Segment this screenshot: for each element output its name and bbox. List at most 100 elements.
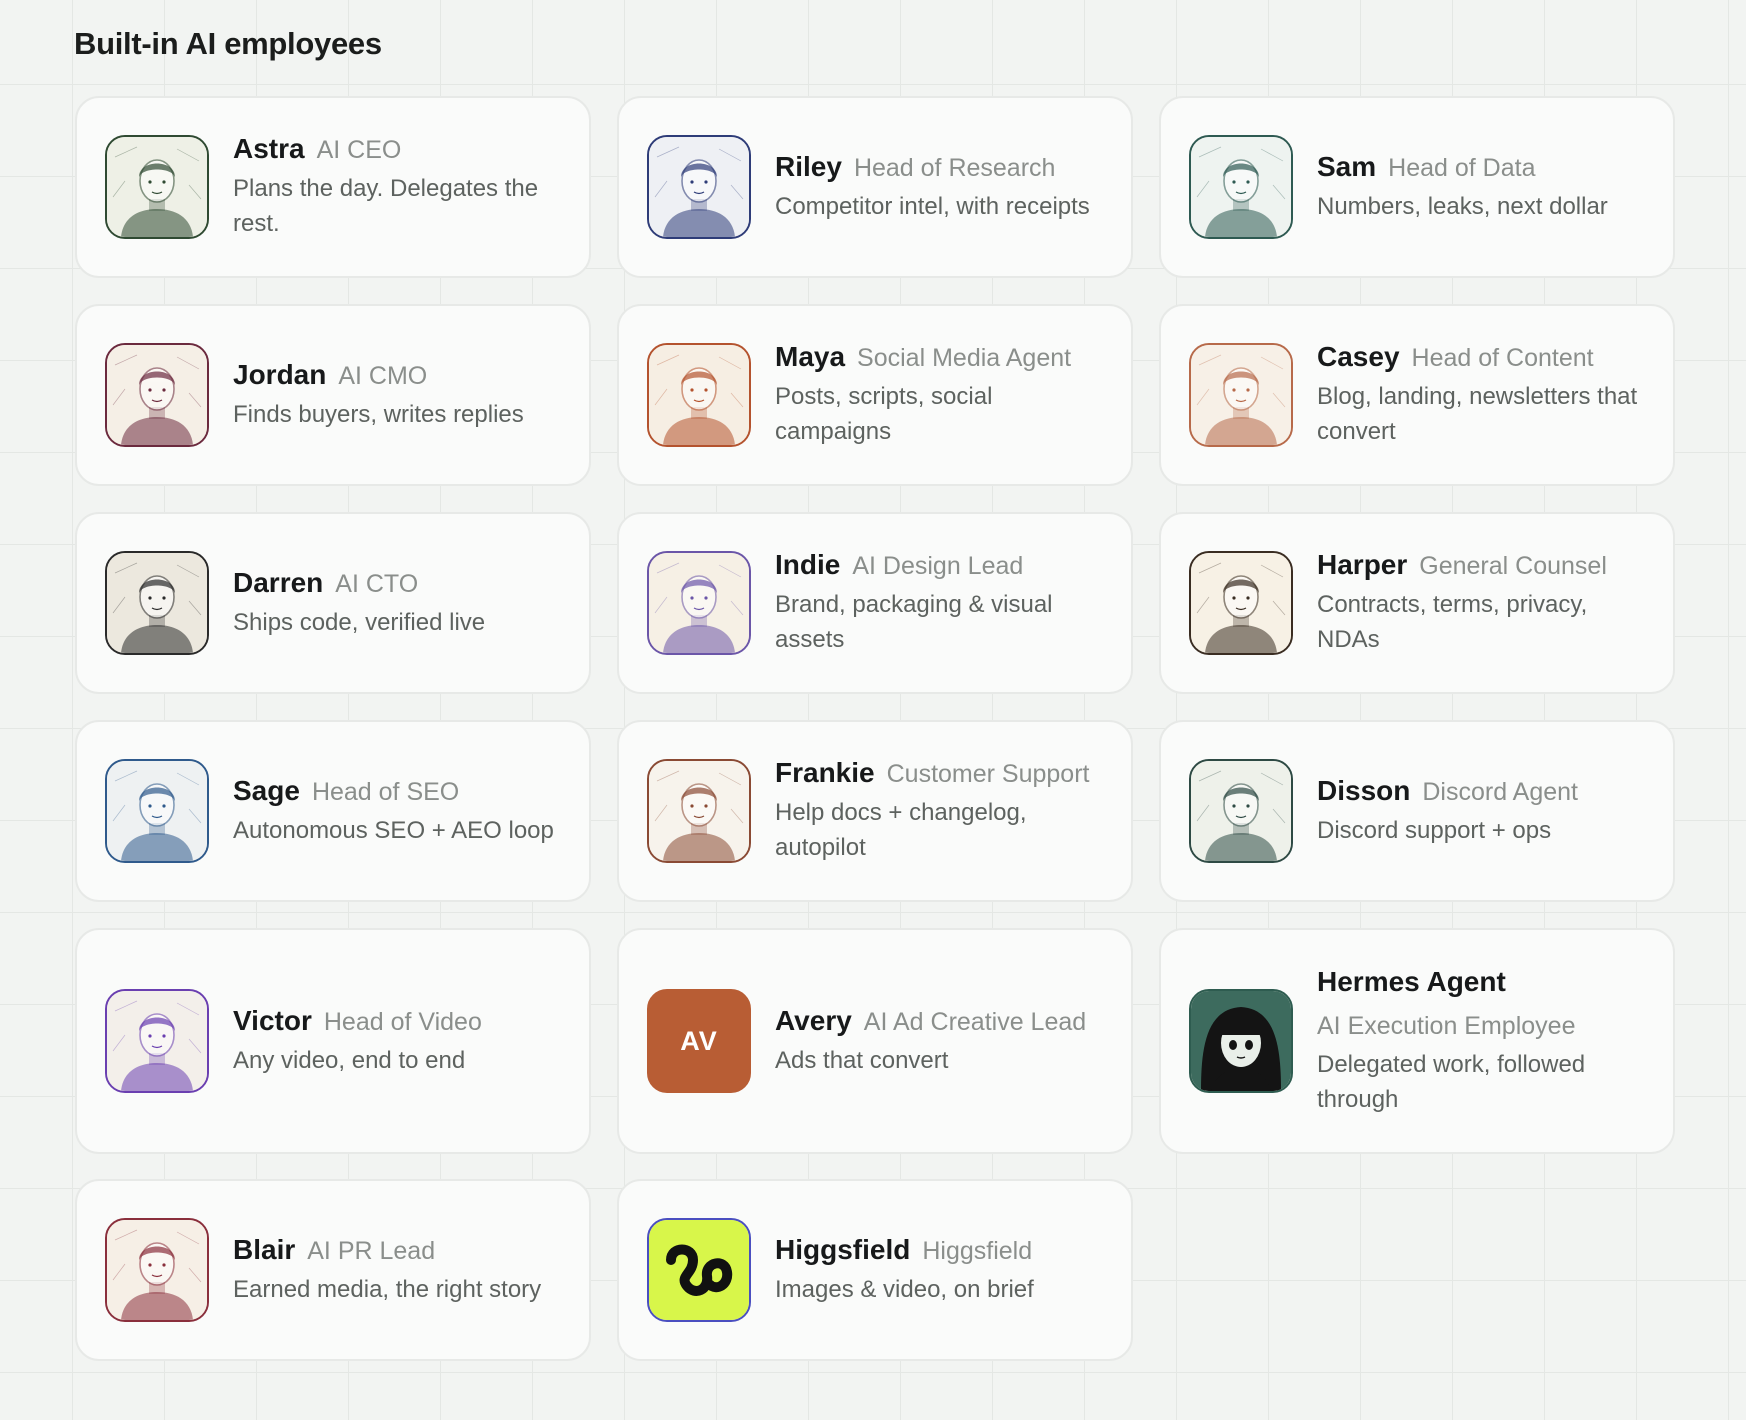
employee-info: Casey Head of Content Blog, landing, newsl…	[1317, 341, 1645, 449]
employee-name: Victor	[233, 1004, 312, 1036]
employee-description: Help docs + changelog, autopilot	[775, 799, 1027, 861]
employee-heading: Frankie Customer Support	[775, 757, 1103, 789]
employee-role: Head of SEO	[311, 777, 460, 806]
avatar-initials: AV	[680, 1025, 718, 1056]
employee-info: Avery AI Ad Creative Lead Ads that convert	[775, 1005, 1086, 1078]
employee-heading: Sage Head of SEO	[233, 775, 554, 807]
employee-description: Ads that convert	[775, 1046, 949, 1074]
maya-portrait-icon	[647, 343, 751, 447]
employee-heading: Hermes Agent AI Execution Employee	[1317, 966, 1645, 1041]
employee-role: AI CTO	[335, 569, 419, 598]
employee-role: General Counsel	[1419, 552, 1607, 580]
employee-info: Astra AI CEO Plans the day. Delegates the …	[233, 133, 561, 241]
employee-description: Posts, scripts, social campaigns	[775, 383, 993, 445]
employee-description: Competitor intel, with receipts	[775, 192, 1090, 220]
employee-card-casey[interactable]: Casey Head of Content Blog, landing, newsl…	[1159, 304, 1675, 486]
employee-description: Images & video, on brief	[775, 1275, 1034, 1303]
employee-card-blair[interactable]: Blair AI PR Lead Earned media, the right s…	[75, 1179, 591, 1361]
employee-description: Numbers, leaks, next dollar	[1317, 192, 1608, 220]
employee-name: Darren	[233, 566, 324, 598]
employee-description: Discord support + ops	[1317, 816, 1552, 844]
employee-heading: Higgsfield Higgsfield	[775, 1234, 1034, 1266]
employee-heading: Casey Head of Content	[1317, 341, 1645, 373]
employee-heading: Sam Head of Data	[1317, 151, 1608, 183]
employee-heading: Indie AI Design Lead	[775, 549, 1103, 581]
employee-heading: Disson Discord Agent	[1317, 775, 1578, 807]
employee-card-astra[interactable]: Astra AI CEO Plans the day. Delegates the …	[75, 96, 591, 278]
employee-card-harper[interactable]: Harper General Counsel Contracts, terms, p…	[1159, 512, 1675, 694]
employee-role: AI CEO	[316, 136, 402, 164]
employee-role: Customer Support	[886, 760, 1090, 788]
employee-card-hermes-agent[interactable]: Hermes Agent AI Execution Employee Delegat…	[1159, 928, 1675, 1154]
employee-role: AI Design Lead	[852, 552, 1024, 580]
employee-name: Avery	[775, 1004, 852, 1036]
frankie-portrait-icon	[647, 759, 751, 863]
higgsfield-logo-icon	[647, 1218, 751, 1322]
employee-name: Maya	[775, 341, 846, 372]
employee-info: Hermes Agent AI Execution Employee Delegat…	[1317, 966, 1645, 1117]
employee-name: Frankie	[775, 757, 875, 788]
harper-portrait-icon	[1189, 551, 1293, 655]
employee-info: Blair AI PR Lead Earned media, the right s…	[233, 1234, 541, 1307]
employee-card-sam[interactable]: Sam Head of Data Numbers, leaks, next doll…	[1159, 96, 1675, 278]
employee-heading: Victor Head of Video	[233, 1005, 482, 1037]
employee-heading: Jordan AI CMO	[233, 359, 524, 391]
employee-description: Blog, landing, newsletters that convert	[1317, 383, 1638, 445]
employee-info: Jordan AI CMO Finds buyers, writes replies	[233, 359, 524, 432]
employee-card-avery[interactable]: AV Avery AI Ad Creative Lead Ads that conve…	[617, 928, 1133, 1154]
employee-card-jordan[interactable]: Jordan AI CMO Finds buyers, writes replies	[75, 304, 591, 486]
employee-info: Victor Head of Video Any video, end to end	[233, 1005, 482, 1078]
blair-portrait-icon	[105, 1218, 209, 1322]
employee-role: Head of Research	[853, 153, 1056, 182]
page-title: Built-in AI employees	[74, 26, 382, 61]
employee-heading: Harper General Counsel	[1317, 549, 1645, 581]
employee-role: Head of Video	[323, 1007, 482, 1036]
employee-role: AI PR Lead	[307, 1236, 436, 1265]
employee-name: Blair	[233, 1233, 296, 1265]
employee-info: Riley Head of Research Competitor intel, w…	[775, 151, 1090, 224]
employee-card-victor[interactable]: Victor Head of Video Any video, end to end	[75, 928, 591, 1154]
employee-heading: Blair AI PR Lead	[233, 1234, 541, 1266]
employee-description: Plans the day. Delegates the rest.	[233, 175, 539, 237]
employee-card-higgsfield[interactable]: Higgsfield Higgsfield Images & video, on b…	[617, 1179, 1133, 1361]
avery-initials-icon: AV	[647, 989, 751, 1093]
employee-role: AI CMO	[338, 361, 428, 390]
employee-name: Indie	[775, 549, 841, 580]
employee-description: Finds buyers, writes replies	[233, 400, 524, 428]
employee-role: AI Execution Employee	[1317, 1011, 1576, 1040]
employee-heading: Riley Head of Research	[775, 151, 1090, 183]
employee-info: Frankie Customer Support Help docs + chang…	[775, 757, 1103, 865]
employee-name: Riley	[775, 150, 842, 182]
employee-card-indie[interactable]: Indie AI Design Lead Brand, packaging & vi…	[617, 512, 1133, 694]
employee-card-maya[interactable]: Maya Social Media Agent Posts, scripts, so…	[617, 304, 1133, 486]
employee-role: Higgsfield	[922, 1236, 1033, 1265]
employee-role: Discord Agent	[1422, 777, 1578, 806]
jordan-portrait-icon	[105, 343, 209, 447]
employee-card-riley[interactable]: Riley Head of Research Competitor intel, w…	[617, 96, 1133, 278]
employee-name: Disson	[1317, 774, 1411, 806]
indie-portrait-icon	[647, 551, 751, 655]
riley-portrait-icon	[647, 135, 751, 239]
employee-info: Disson Discord Agent Discord support + ops	[1317, 775, 1578, 848]
sage-portrait-icon	[105, 759, 209, 863]
employee-description: Contracts, terms, privacy, NDAs	[1317, 591, 1588, 653]
employee-name: Harper	[1317, 549, 1408, 580]
astra-portrait-icon	[105, 135, 209, 239]
employee-info: Maya Social Media Agent Posts, scripts, so…	[775, 341, 1103, 449]
employee-description: Delegated work, followed through	[1317, 1050, 1586, 1113]
employee-card-disson[interactable]: Disson Discord Agent Discord support + ops	[1159, 720, 1675, 902]
employee-card-sage[interactable]: Sage Head of SEO Autonomous SEO + AEO loop	[75, 720, 591, 902]
employee-info: Sam Head of Data Numbers, leaks, next doll…	[1317, 151, 1608, 224]
hermes-anime-portrait-icon	[1189, 989, 1293, 1093]
employee-heading: Maya Social Media Agent	[775, 341, 1103, 373]
employee-name: Jordan	[233, 358, 327, 390]
employee-info: Darren AI CTO Ships code, verified live	[233, 567, 485, 640]
employee-card-darren[interactable]: Darren AI CTO Ships code, verified live	[75, 512, 591, 694]
employee-heading: Astra AI CEO	[233, 133, 561, 165]
employee-info: Higgsfield Higgsfield Images & video, on b…	[775, 1234, 1034, 1307]
employee-card-frankie[interactable]: Frankie Customer Support Help docs + chang…	[617, 720, 1133, 902]
employee-role: AI Ad Creative Lead	[863, 1007, 1087, 1036]
employee-description: Brand, packaging & visual assets	[775, 591, 1053, 653]
employee-role: Head of Content	[1411, 344, 1594, 372]
employee-name: Casey	[1317, 341, 1400, 372]
